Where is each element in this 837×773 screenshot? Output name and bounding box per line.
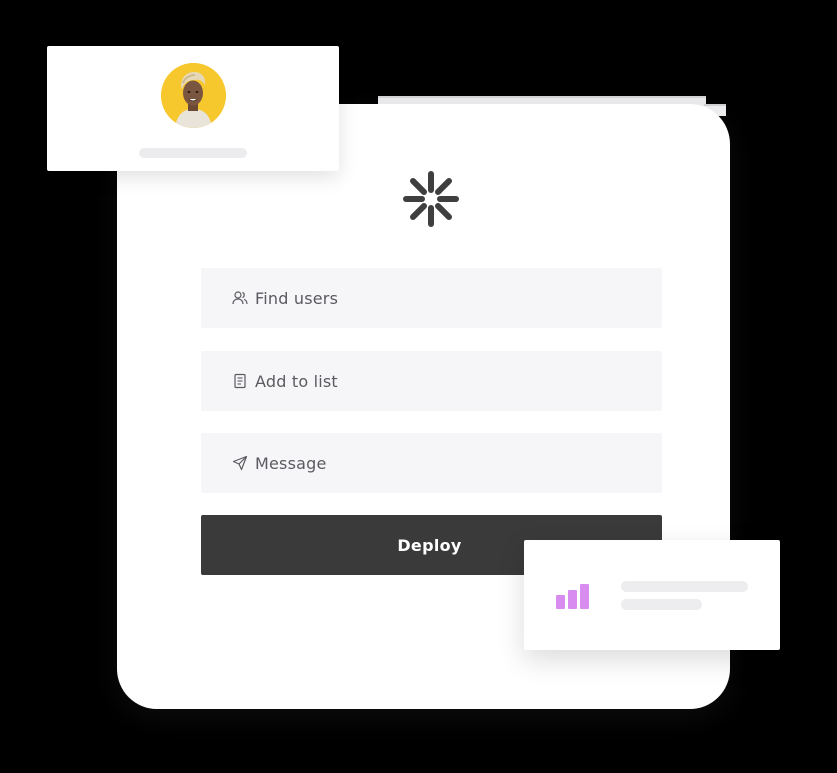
avatar-photo [161, 63, 226, 128]
profile-card [47, 46, 339, 171]
profile-name-placeholder [139, 148, 247, 158]
users-icon [232, 290, 248, 306]
find-users-field[interactable]: Find users [201, 268, 662, 328]
add-to-list-field[interactable]: Add to list [201, 351, 662, 411]
document-list-icon [232, 373, 248, 389]
find-users-label: Find users [255, 288, 339, 308]
send-icon [232, 455, 248, 471]
stat-title-placeholder [621, 581, 748, 592]
bar-chart-icon [556, 584, 589, 609]
stat-subtitle-placeholder [621, 599, 702, 610]
avatar[interactable] [161, 63, 226, 128]
message-label: Message [255, 453, 327, 473]
add-to-list-label: Add to list [255, 371, 338, 391]
stats-card [524, 540, 780, 650]
stage: Find users Add to list Message Deploy [0, 0, 837, 773]
asterisk-logo-icon [403, 171, 459, 227]
message-field[interactable]: Message [201, 433, 662, 493]
